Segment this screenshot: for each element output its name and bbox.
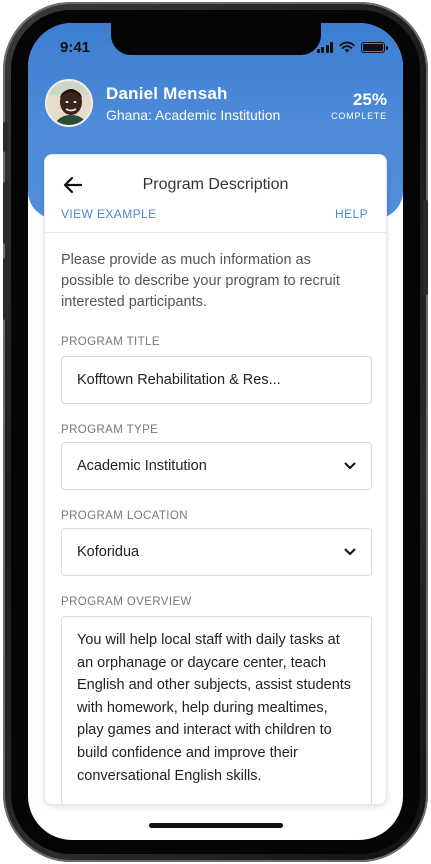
card-title: Program Description	[142, 176, 289, 193]
program-overview-textarea[interactable]: You will help local staff with daily tas…	[61, 616, 372, 804]
progress-percent: 25%	[352, 90, 387, 109]
program-type-label: PROGRAM TYPE	[61, 424, 159, 436]
volume-up-button	[3, 182, 8, 244]
program-location-value: Koforidua	[77, 544, 140, 560]
view-example-link[interactable]: VIEW EXAMPLE	[61, 207, 157, 221]
cellular-signal-icon	[316, 41, 333, 53]
user-subtitle: Ghana: Academic Institution	[106, 107, 281, 123]
battery-icon	[361, 41, 388, 53]
chevron-down-icon[interactable]	[344, 462, 356, 470]
program-type-select[interactable]: Academic Institution	[61, 442, 372, 490]
help-link[interactable]: HELP	[335, 207, 368, 221]
program-overview-label: PROGRAM OVERVIEW	[61, 596, 192, 608]
program-title-value: Kofftown Rehabilitation & Res...	[77, 372, 281, 388]
program-overview-value: You will help local staff with daily tas…	[77, 632, 352, 784]
intro-text: Please provide as much information as po…	[61, 252, 340, 310]
chevron-down-icon[interactable]	[344, 548, 356, 556]
home-indicator[interactable]	[149, 823, 283, 828]
program-location-label: PROGRAM LOCATION	[61, 510, 188, 522]
mute-switch	[3, 122, 8, 152]
user-name: Daniel Mensah	[106, 84, 228, 103]
screen: 9:41 Daniel Mensah Ghana: Academic Insti…	[28, 23, 403, 840]
program-description-card: Program Description VIEW EXAMPLE HELP Pl…	[44, 154, 387, 805]
program-type-value: Academic Institution	[77, 458, 207, 474]
program-title-input[interactable]: Kofftown Rehabilitation & Res...	[61, 356, 372, 404]
card-header: Program Description VIEW EXAMPLE HELP	[45, 155, 386, 233]
volume-down-button	[3, 258, 8, 320]
notch	[111, 23, 321, 55]
program-location-select[interactable]: Koforidua	[61, 528, 372, 576]
progress-label: COMPLETE	[331, 111, 387, 121]
status-time: 9:41	[60, 39, 91, 56]
power-button	[423, 200, 428, 295]
program-title-label: PROGRAM TITLE	[61, 336, 160, 348]
avatar[interactable]	[45, 79, 93, 127]
wifi-icon	[339, 41, 355, 53]
status-icons	[316, 41, 388, 53]
